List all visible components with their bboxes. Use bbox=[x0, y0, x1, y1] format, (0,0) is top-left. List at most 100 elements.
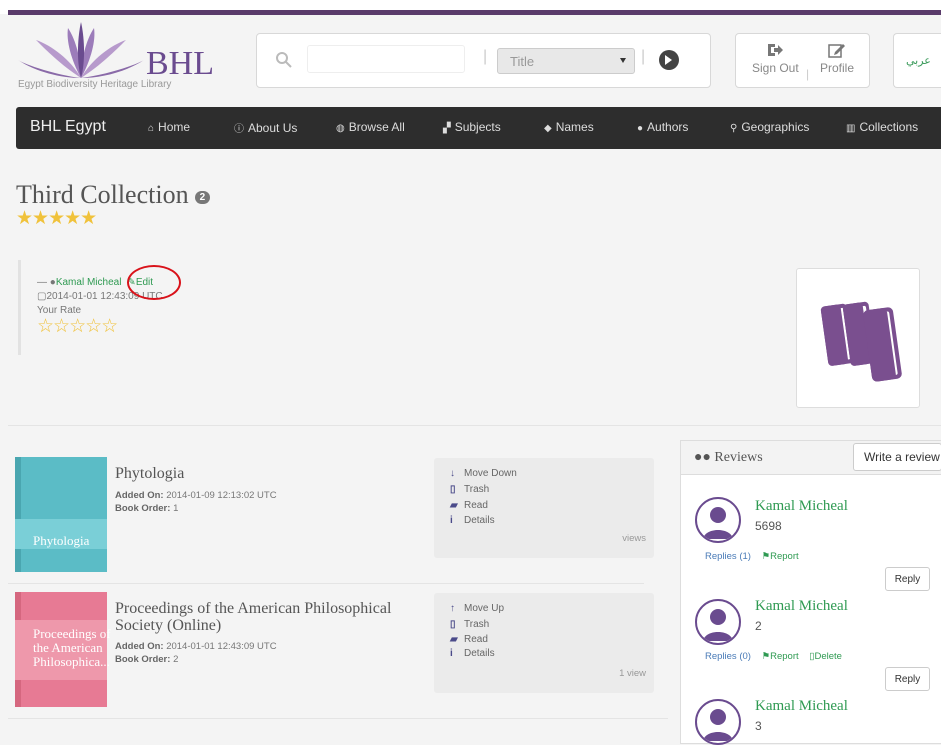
book-icon: ▰ bbox=[450, 634, 458, 645]
user-icon: ● bbox=[637, 123, 644, 134]
action-label: Trash bbox=[464, 619, 490, 630]
nav-item-collections[interactable]: ▥ Collections bbox=[846, 120, 918, 134]
reviewer-name[interactable]: Kamal Micheal bbox=[755, 698, 848, 715]
item-actions: ↓ Move Down ▯ Trash ▰ Read i Details views bbox=[434, 458, 654, 558]
info-icon: ⓘ bbox=[234, 124, 244, 135]
author-link[interactable]: Kamal Micheal bbox=[56, 277, 122, 288]
user-avatar-icon bbox=[703, 709, 733, 741]
nav-item-browse[interactable]: ◍ Browse All bbox=[336, 120, 405, 134]
replies-link[interactable]: Replies (0) bbox=[705, 651, 751, 662]
search-type-value: Title bbox=[510, 54, 535, 69]
move-down-link[interactable]: ↓ Move Down bbox=[450, 468, 517, 479]
item-actions: ↑ Move Up ▯ Trash ▰ Read i Details 1 view bbox=[434, 593, 654, 693]
arrow-down-icon: ↓ bbox=[450, 468, 455, 479]
logo-subtitle: Egypt Biodiversity Heritage Library bbox=[18, 79, 172, 90]
search-input[interactable] bbox=[307, 45, 465, 73]
profile-button[interactable]: Profile bbox=[820, 42, 854, 75]
nav-item-about[interactable]: ⓘ About Us bbox=[234, 120, 297, 135]
details-link[interactable]: i Details bbox=[450, 648, 495, 659]
nav-brand[interactable]: BHL Egypt bbox=[30, 118, 106, 136]
users-icon: ●● bbox=[694, 450, 711, 465]
search-icon bbox=[276, 52, 292, 68]
nav-label: Geographics bbox=[741, 120, 810, 134]
details-link[interactable]: i Details bbox=[450, 515, 495, 526]
trash-icon: ▯ bbox=[450, 619, 456, 630]
review-actions: Replies (0) ⚑Report ▯Delete bbox=[705, 651, 842, 662]
book-cover[interactable]: Proceedings of the American Philosophica… bbox=[15, 592, 111, 707]
your-rate-stars[interactable]: ☆☆☆☆☆ bbox=[37, 315, 118, 338]
sitemap-icon: ▞ bbox=[443, 123, 451, 134]
reviewer-name[interactable]: Kamal Micheal bbox=[755, 598, 848, 615]
collection-rating: ★★★★★ bbox=[16, 208, 97, 229]
book-order-value: 1 bbox=[173, 503, 179, 514]
books-icon bbox=[820, 301, 902, 382]
item-title[interactable]: Proceedings of the American Philosophica… bbox=[115, 600, 415, 634]
flag-icon: ⚑ bbox=[761, 651, 771, 662]
nav-item-subjects[interactable]: ▞ Subjects bbox=[443, 120, 501, 134]
divider bbox=[8, 583, 644, 584]
profile-label: Profile bbox=[820, 61, 855, 75]
info-icon: i bbox=[450, 648, 453, 659]
top-bar bbox=[0, 0, 941, 15]
search-go-button[interactable] bbox=[659, 50, 679, 70]
count-badge: 2 bbox=[194, 190, 211, 204]
nav-item-authors[interactable]: ● Authors bbox=[637, 120, 688, 134]
reviews-panel: ●● Reviews Write a review Kamal Micheal … bbox=[680, 440, 941, 745]
write-review-button[interactable]: Write a review bbox=[853, 443, 941, 471]
reply-button[interactable]: Reply bbox=[885, 567, 930, 591]
move-up-link[interactable]: ↑ Move Up bbox=[450, 603, 504, 614]
logo-text: BHL bbox=[146, 45, 214, 82]
bhl-logo[interactable]: BHL Egypt Biodiversity Heritage Library bbox=[16, 20, 226, 95]
read-link[interactable]: ▰ Read bbox=[450, 634, 488, 645]
reply-button[interactable]: Reply bbox=[885, 667, 930, 691]
user-menu: Sign Out | Profile bbox=[735, 33, 870, 88]
main-navbar: BHL Egypt ⌂ Home ⓘ About Us ◍ Browse All ▞ S… bbox=[16, 107, 941, 149]
collection-title: Third Collection bbox=[16, 180, 189, 209]
collection-image bbox=[796, 268, 920, 408]
trash-link[interactable]: ▯ Trash bbox=[450, 484, 489, 495]
avatar bbox=[695, 699, 741, 745]
delete-label: Delete bbox=[814, 651, 842, 662]
report-link[interactable]: ⚑Report bbox=[762, 551, 799, 562]
book-icon: ▰ bbox=[450, 500, 458, 511]
added-on-label: Added On: bbox=[115, 490, 164, 501]
added-on-value: 2014-01-01 12:43:09 UTC bbox=[166, 641, 277, 652]
annotation-circle bbox=[127, 265, 181, 300]
nav-label: Authors bbox=[647, 120, 689, 134]
report-label: Report bbox=[770, 551, 799, 562]
nav-item-geographics[interactable]: ⚲ Geographics bbox=[730, 120, 809, 134]
added-on-label: Added On: bbox=[115, 641, 164, 652]
book-order-label: Book Order: bbox=[115, 503, 171, 514]
review-text: 3 bbox=[755, 719, 762, 733]
nav-item-home[interactable]: ⌂ Home bbox=[148, 120, 190, 134]
reviewer-name[interactable]: Kamal Micheal bbox=[755, 498, 848, 515]
book-cover[interactable]: Phytologia bbox=[15, 457, 107, 572]
action-label: Move Down bbox=[464, 468, 517, 479]
replies-link[interactable]: Replies (1) bbox=[705, 551, 751, 562]
search-box: | Title | bbox=[256, 33, 711, 88]
delete-link[interactable]: ▯Delete bbox=[809, 651, 842, 662]
book-order-label: Book Order: bbox=[115, 654, 171, 665]
nav-item-names[interactable]: ◆ Names bbox=[544, 120, 594, 134]
divider: | bbox=[641, 48, 646, 65]
view-count: 1 view bbox=[619, 668, 646, 679]
read-link[interactable]: ▰ Read bbox=[450, 500, 488, 511]
nav-label: Browse All bbox=[348, 120, 405, 134]
trash-link[interactable]: ▯ Trash bbox=[450, 619, 489, 630]
chevron-down-icon bbox=[620, 58, 626, 63]
home-icon: ⌂ bbox=[148, 123, 155, 134]
search-type-select[interactable]: Title bbox=[497, 48, 635, 74]
item-title[interactable]: Phytologia bbox=[115, 465, 184, 482]
lotus-logo-icon bbox=[18, 22, 144, 78]
book-spine bbox=[15, 457, 21, 572]
books-icon: ▥ bbox=[846, 123, 856, 134]
review-text: 5698 bbox=[755, 519, 782, 533]
report-link[interactable]: ⚑Report bbox=[762, 651, 799, 662]
action-label: Details bbox=[464, 515, 495, 526]
nav-label: Collections bbox=[859, 120, 919, 134]
reviews-title: ●● Reviews bbox=[694, 450, 763, 466]
sign-out-button[interactable]: Sign Out bbox=[752, 42, 799, 75]
language-switch[interactable]: عربي bbox=[893, 33, 941, 88]
added-on-value: 2014-01-09 12:13:02 UTC bbox=[166, 490, 277, 501]
avatar bbox=[695, 497, 741, 543]
